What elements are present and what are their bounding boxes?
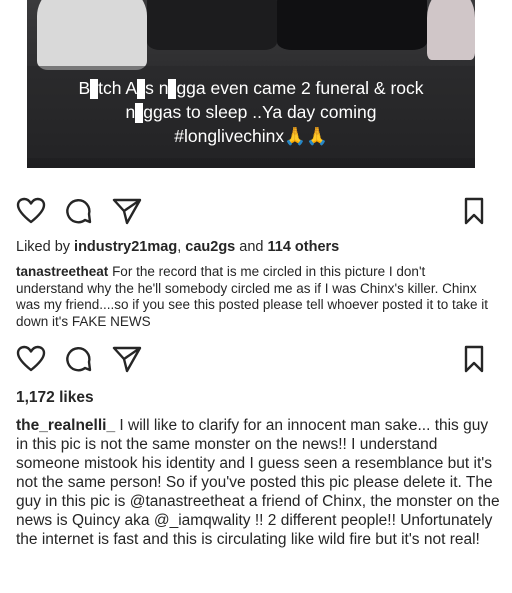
share-icon[interactable] — [112, 345, 142, 373]
heart-icon[interactable] — [16, 197, 46, 225]
post-image[interactable]: Btch As n gga even came 2 funeral & rock … — [27, 0, 475, 168]
comment-icon[interactable] — [64, 197, 92, 225]
comment-icon[interactable] — [64, 345, 92, 373]
liked-by-line: Liked by industry21mag, cau2gs and 114 o… — [16, 239, 340, 255]
caption-line-2: n ggas to sleep ..Ya day coming — [125, 102, 377, 124]
caption-line-1: Btch As n gga even came 2 funeral & rock — [78, 78, 424, 100]
bookmark-icon[interactable] — [463, 197, 485, 225]
liked-by-user-link[interactable]: industry21mag — [74, 239, 177, 255]
comment-username[interactable]: the_realnelli_ — [16, 417, 115, 434]
caption-comment: tanastreetheat For the record that is me… — [16, 264, 494, 330]
heart-icon[interactable] — [16, 345, 46, 373]
comment-username[interactable]: tanastreetheat — [16, 264, 108, 279]
person-figure — [147, 0, 277, 50]
censor-bar — [137, 79, 146, 100]
post-actions-bar — [12, 195, 497, 225]
caption-comment: the_realnelli_ I will like to clarify fo… — [16, 416, 502, 549]
person-figure — [37, 0, 147, 70]
comment-text: I will like to clarify for an innocent m… — [16, 417, 500, 548]
share-icon[interactable] — [112, 197, 142, 225]
liked-by-user-link[interactable]: cau2gs — [185, 239, 235, 255]
person-figure — [277, 0, 427, 50]
person-figure — [427, 0, 475, 60]
likes-count[interactable]: 1,172 likes — [16, 389, 94, 407]
caption-line-3: #longlivechinx🙏🙏 — [174, 126, 328, 146]
bookmark-icon[interactable] — [463, 345, 485, 373]
image-caption: Btch As n gga even came 2 funeral & rock … — [27, 76, 475, 148]
post-actions-bar — [12, 343, 497, 373]
censor-bar — [90, 79, 99, 100]
liked-by-others-link[interactable]: 114 others — [268, 239, 340, 255]
